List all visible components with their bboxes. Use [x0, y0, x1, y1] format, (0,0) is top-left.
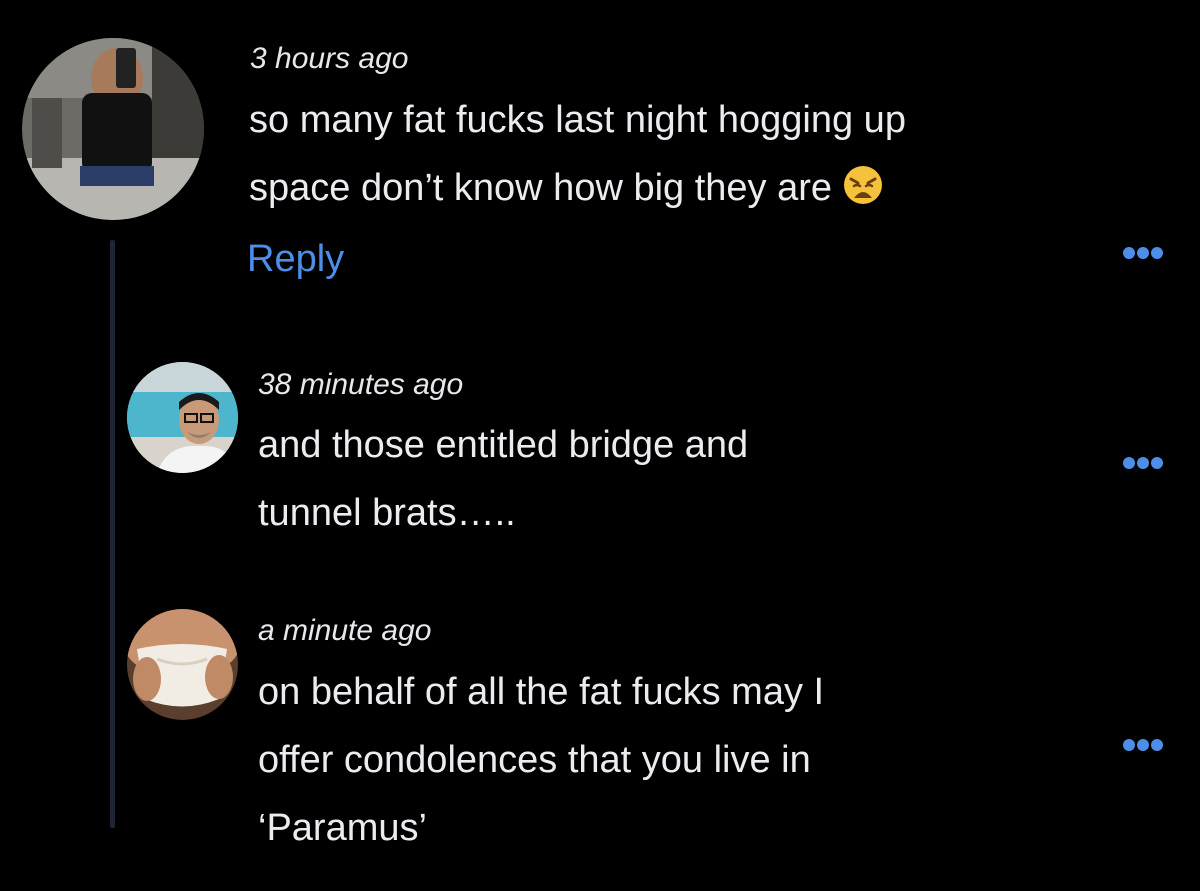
reply-button[interactable]: Reply: [247, 238, 344, 281]
avatar[interactable]: [127, 609, 238, 720]
comment-line: offer condolences that you live in: [258, 739, 811, 781]
more-options-icon[interactable]: [1122, 738, 1164, 752]
comment-body: on behalf of all the fat fucks may I off…: [258, 658, 824, 862]
comment-line-with-emoji: space don’t know how big they are: [249, 154, 906, 228]
comment-timestamp: a minute ago: [258, 614, 432, 647]
comment-timestamp: 38 minutes ago: [258, 368, 464, 401]
more-options-icon[interactable]: [1122, 246, 1164, 260]
comment-line: so many fat fucks last night hogging up: [249, 99, 906, 141]
weary-face-emoji-icon: [842, 160, 884, 228]
comment-line: and those entitled bridge and: [258, 424, 749, 466]
comment-body: so many fat fucks last night hogging up …: [249, 86, 906, 228]
thread-connector-line: [110, 240, 115, 828]
comment-line: ‘Paramus’: [258, 807, 427, 849]
comment-timestamp: 3 hours ago: [250, 42, 409, 75]
avatar[interactable]: [127, 362, 238, 473]
avatar[interactable]: [22, 38, 204, 220]
comment-body: and those entitled bridge and tunnel bra…: [258, 411, 748, 547]
more-options-icon[interactable]: [1122, 456, 1164, 470]
comment-line: space don’t know how big they are: [249, 167, 833, 209]
comment-line: tunnel brats…..: [258, 492, 516, 534]
comment-line: on behalf of all the fat fucks may I: [258, 671, 825, 713]
